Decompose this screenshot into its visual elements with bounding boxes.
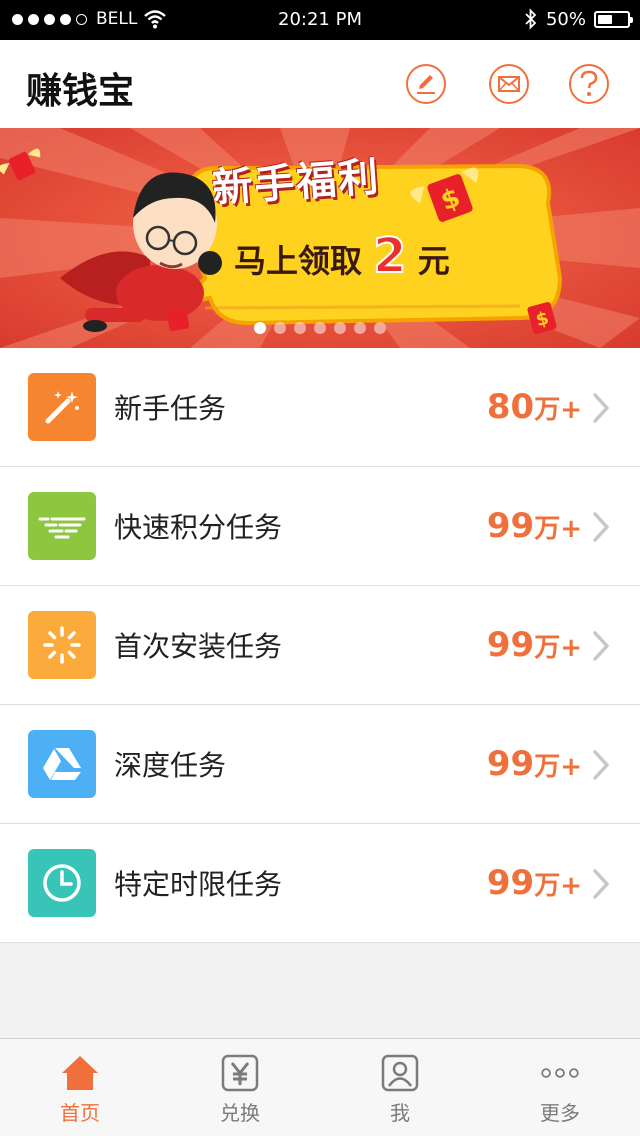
task-count: 99万+	[487, 863, 582, 903]
page-dot[interactable]	[374, 322, 386, 334]
page-dot[interactable]	[294, 322, 306, 334]
tab-bar: 首页 兑换 我 更多	[0, 1038, 640, 1136]
task-row[interactable]: 快速积分任务 99万+	[0, 467, 640, 586]
tab-yen[interactable]: 兑换	[160, 1039, 320, 1136]
chevron-right-icon	[592, 630, 610, 666]
promo-banner[interactable]: $ $ 新手福利 马上领取 2 元	[0, 128, 640, 348]
chevron-right-icon	[592, 511, 610, 547]
task-count: 99万+	[487, 625, 582, 665]
banner-amount: 2	[372, 227, 407, 285]
chevron-right-icon	[592, 392, 610, 428]
chevron-right-icon	[592, 868, 610, 904]
tab-more[interactable]: 更多	[480, 1039, 640, 1136]
clock-icon	[41, 862, 83, 904]
banner-subline-suffix: 元	[417, 242, 450, 280]
task-label: 快速积分任务	[114, 511, 283, 544]
task-icon-tile	[28, 492, 96, 560]
task-icon-tile	[28, 611, 96, 679]
tab-user[interactable]: 我	[320, 1039, 480, 1136]
task-count-number: 99	[486, 625, 535, 665]
task-count-unit: 万+	[534, 871, 582, 901]
yen-icon	[220, 1053, 260, 1093]
banner-headline: 新手福利	[210, 154, 382, 212]
status-bar: BELL 20:21 PM 50%	[0, 0, 640, 40]
tab-home[interactable]: 首页	[0, 1039, 160, 1136]
banner-subline-prefix: 马上领取	[234, 242, 363, 280]
task-count-number: 99	[486, 744, 535, 784]
task-label: 深度任务	[114, 749, 227, 782]
edit-button[interactable]	[406, 64, 446, 104]
task-count-number: 80	[486, 387, 535, 427]
banner-subline: 马上领取 2 元	[234, 227, 450, 285]
home-icon	[60, 1053, 100, 1093]
task-row[interactable]: 新手任务 80万+	[0, 348, 640, 467]
page-dot[interactable]	[334, 322, 346, 334]
nav-header: 赚钱宝	[0, 40, 640, 128]
loading-spinner-icon	[42, 625, 82, 665]
task-count-unit: 万+	[534, 752, 582, 782]
task-label: 新手任务	[114, 392, 227, 425]
bluetooth-icon	[525, 8, 537, 30]
page-dot[interactable]	[354, 322, 366, 334]
battery-icon	[594, 10, 633, 28]
envelope-icon	[498, 76, 520, 92]
task-row[interactable]: 首次安装任务 99万+	[0, 586, 640, 705]
task-list: 新手任务 80万+ 快速积分任务 99万+ 首次安装任务 99万+ 深度任务 99万+ 特定时限…	[0, 348, 640, 943]
task-row[interactable]: 深度任务 99万+	[0, 705, 640, 824]
tab-label: 兑换	[220, 1101, 260, 1125]
battery-fill	[598, 14, 612, 24]
message-button[interactable]	[489, 64, 529, 104]
task-count-number: 99	[486, 863, 535, 903]
banner-page-indicator[interactable]	[254, 322, 394, 334]
magic-wand-icon	[42, 387, 82, 427]
task-count-unit: 万+	[534, 514, 582, 544]
page-dot[interactable]	[314, 322, 326, 334]
task-count-unit: 万+	[534, 633, 582, 663]
tab-label: 首页	[60, 1101, 100, 1125]
task-count: 99万+	[487, 744, 582, 784]
task-count: 80万+	[487, 387, 582, 427]
battery-percent: 50%	[545, 8, 586, 30]
task-icon-tile	[28, 849, 96, 917]
user-icon	[380, 1053, 420, 1093]
task-icon-tile	[28, 730, 96, 798]
more-icon	[540, 1053, 580, 1093]
task-count-unit: 万+	[534, 395, 582, 425]
task-count-number: 99	[486, 506, 535, 546]
page-dot[interactable]	[274, 322, 286, 334]
chevron-right-icon	[592, 749, 610, 785]
task-label: 特定时限任务	[114, 868, 283, 901]
speed-lines-icon	[38, 511, 86, 541]
task-count: 99万+	[487, 506, 582, 546]
page-title: 赚钱宝	[26, 71, 135, 112]
tab-label: 我	[390, 1101, 410, 1125]
page-dot[interactable]	[254, 322, 266, 334]
question-icon	[580, 70, 598, 96]
help-button[interactable]	[569, 64, 609, 104]
task-row[interactable]: 特定时限任务 99万+	[0, 824, 640, 943]
drive-triangle-icon	[41, 746, 83, 782]
task-icon-tile	[28, 373, 96, 441]
pencil-icon	[417, 75, 435, 94]
tab-label: 更多	[540, 1101, 580, 1125]
task-label: 首次安装任务	[114, 630, 283, 663]
